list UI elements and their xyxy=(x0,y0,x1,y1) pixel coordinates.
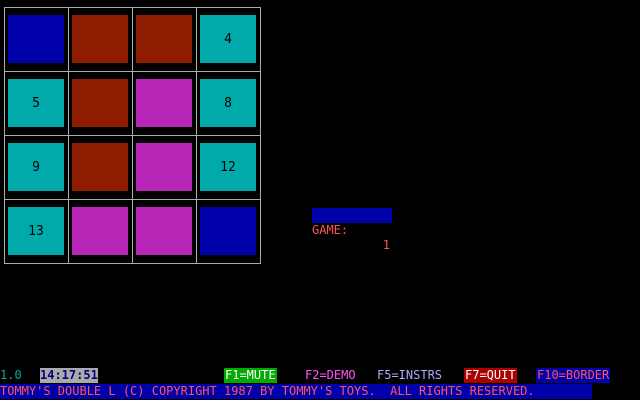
puzzle-tile[interactable] xyxy=(136,143,192,191)
demo-key-button[interactable]: F2=DEMO xyxy=(304,368,357,383)
instructions-key-button[interactable]: F5=INSTRS xyxy=(376,368,443,383)
puzzle-tile[interactable] xyxy=(136,15,192,63)
puzzle-tile[interactable] xyxy=(72,15,128,63)
mute-key-button[interactable]: F1=MUTE xyxy=(224,368,277,383)
puzzle-tile[interactable]: 8 xyxy=(200,79,256,127)
copyright-banner: TOMMY'S DOUBLE L (C) COPYRIGHT 1987 BY T… xyxy=(0,384,592,399)
puzzle-tile[interactable]: 9 xyxy=(8,143,64,191)
grid-line-horizontal xyxy=(4,263,261,264)
status-bar: 1.0 14:17:51 F1=MUTE F2=DEMO F5=INSTRS F… xyxy=(0,368,640,384)
game-counter: GAME: 1 xyxy=(312,208,392,252)
grid-line-horizontal xyxy=(4,199,261,200)
puzzle-tile[interactable] xyxy=(200,207,256,255)
game-counter-label: GAME: xyxy=(312,223,349,237)
grid-line-horizontal xyxy=(4,135,261,136)
puzzle-tile[interactable]: 13 xyxy=(8,207,64,255)
quit-key-button[interactable]: F7=QUIT xyxy=(464,368,517,383)
grid-line-vertical xyxy=(196,7,197,264)
clock-display: 14:17:51 xyxy=(40,368,98,383)
puzzle-tile[interactable] xyxy=(72,79,128,127)
puzzle-tile[interactable] xyxy=(72,143,128,191)
puzzle-tile[interactable] xyxy=(72,207,128,255)
puzzle-tile[interactable]: 12 xyxy=(200,143,256,191)
puzzle-tile[interactable] xyxy=(136,79,192,127)
version-label: 1.0 xyxy=(0,368,22,382)
puzzle-tile[interactable] xyxy=(8,15,64,63)
puzzle-tile[interactable]: 4 xyxy=(200,15,256,63)
grid-line-vertical xyxy=(260,7,261,264)
puzzle-tile[interactable]: 5 xyxy=(8,79,64,127)
game-counter-value: 1 xyxy=(382,238,390,252)
puzzle-tile[interactable] xyxy=(136,207,192,255)
puzzle-board: 4 5 8 9 12 13 xyxy=(4,7,261,264)
border-key-button[interactable]: F10=BORDER xyxy=(536,368,611,383)
